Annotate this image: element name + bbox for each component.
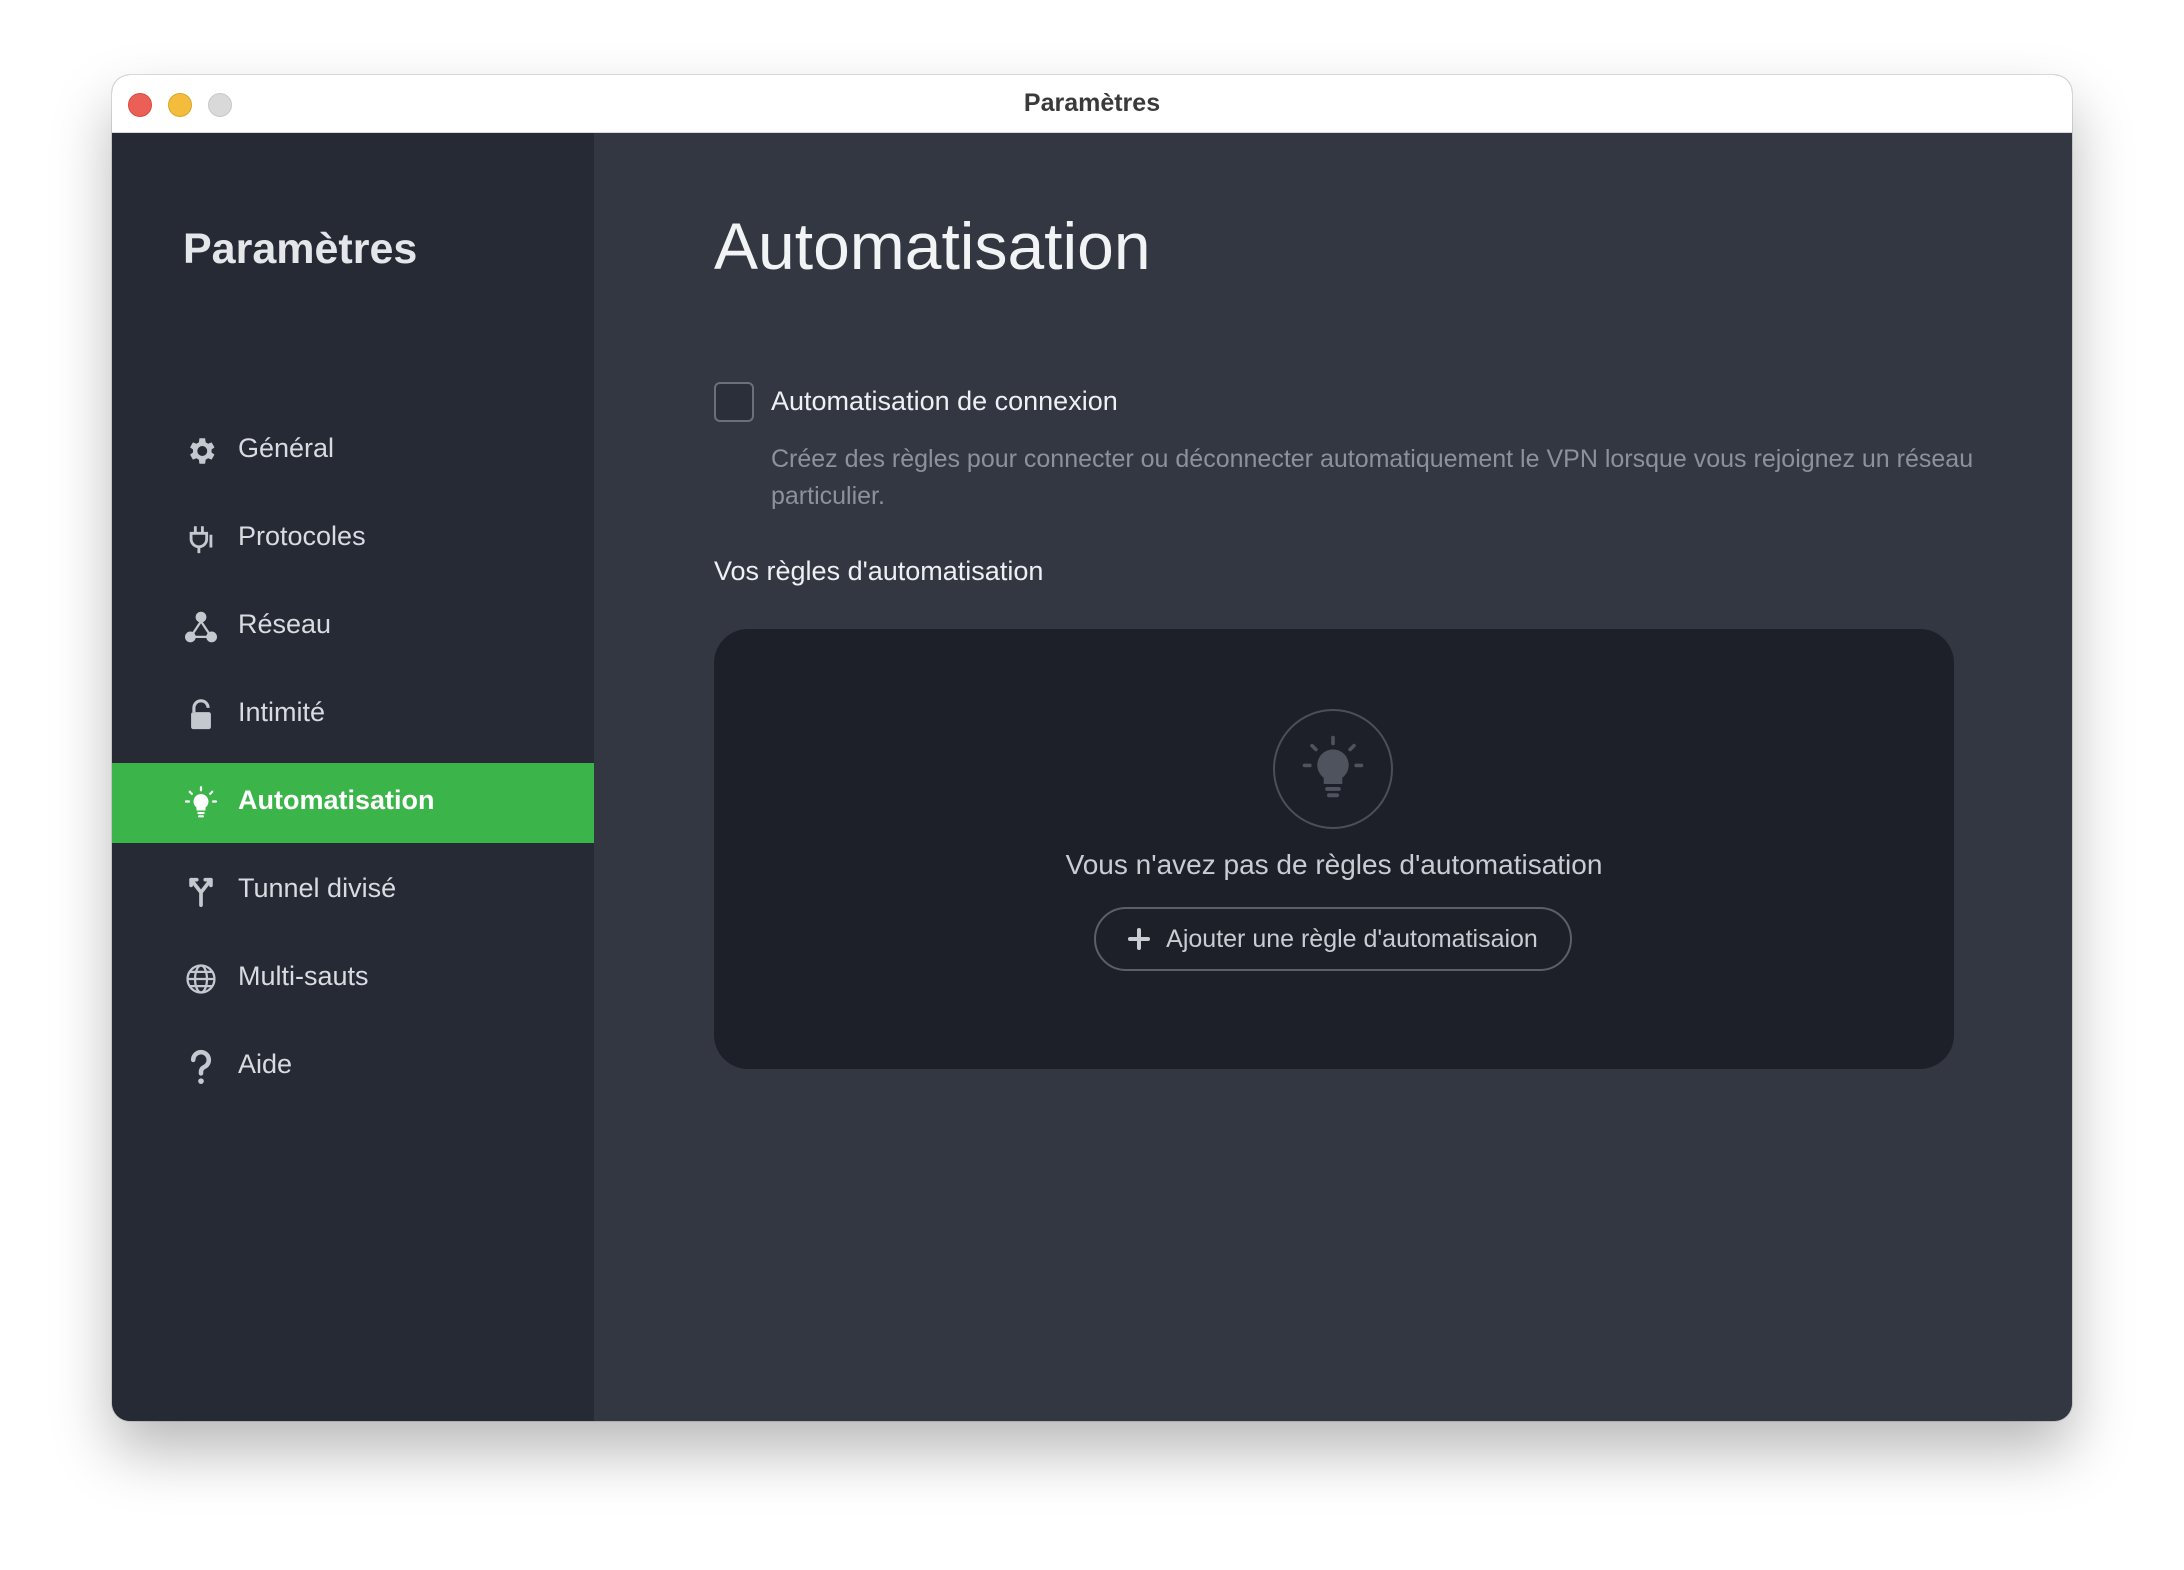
sidebar-item-label: Automatisation [238,785,435,815]
plug-icon [183,521,219,557]
sidebar-item-label: Intimité [238,697,326,727]
sidebar-item-label: Aide [238,1049,293,1079]
window-title: Paramètres [1023,89,1161,117]
gear-icon [183,433,219,469]
main-content: Automatisation Automatisation de connexi… [594,133,2072,1421]
add-automation-rule-label: Ajouter une règle d'automatisaion [1166,924,1538,953]
lightbulb-icon [183,785,219,821]
sidebar-item-label: Multi-sauts [238,961,369,991]
title-bar: Paramètres [112,75,2072,133]
sidebar-item-split-tunnel[interactable]: Tunnel divisé [112,851,594,931]
sidebar-item-help[interactable]: Aide [112,1027,594,1107]
page-title: Automatisation [714,209,1151,283]
globe-icon [183,961,219,997]
connection-automation-checkbox[interactable] [714,382,754,422]
automation-rules-panel: Vous n'avez pas de règles d'automatisati… [714,629,1954,1069]
network-icon [183,609,219,645]
connection-automation-label[interactable]: Automatisation de connexion [771,386,1118,417]
plus-icon [1128,928,1151,950]
lightbulb-icon [1273,709,1393,829]
connection-automation-description: Créez des règles pour connecter ou décon… [771,445,1974,510]
sidebar-item-automation[interactable]: Automatisation [112,763,594,843]
sidebar-item-protocols[interactable]: Protocoles [112,499,594,579]
empty-state-message: Vous n'avez pas de règles d'automatisati… [1065,849,1603,880]
sidebar-item-multihop[interactable]: Multi-sauts [112,939,594,1019]
rules-heading: Vos règles d'automatisation [714,556,1044,586]
add-automation-rule-button[interactable]: Ajouter une règle d'automatisaion [1094,907,1572,971]
sidebar-item-label: Tunnel divisé [238,873,397,903]
sidebar-item-general[interactable]: Général [112,411,594,491]
settings-window: Paramètres Paramètres Général Protocoles [112,75,2072,1421]
sidebar-item-privacy[interactable]: Intimité [112,675,594,755]
sidebar-item-label: Général [238,433,335,463]
sidebar-item-network[interactable]: Réseau [112,587,594,667]
sidebar-item-label: Protocoles [238,521,366,551]
sidebar-item-label: Réseau [238,609,332,639]
split-tunnel-icon [183,873,219,909]
sidebar-title: Paramètres [183,225,418,273]
sidebar: Paramètres Général Protocoles Réseau Int… [112,133,594,1421]
question-icon [183,1049,219,1085]
lock-icon [183,697,219,733]
